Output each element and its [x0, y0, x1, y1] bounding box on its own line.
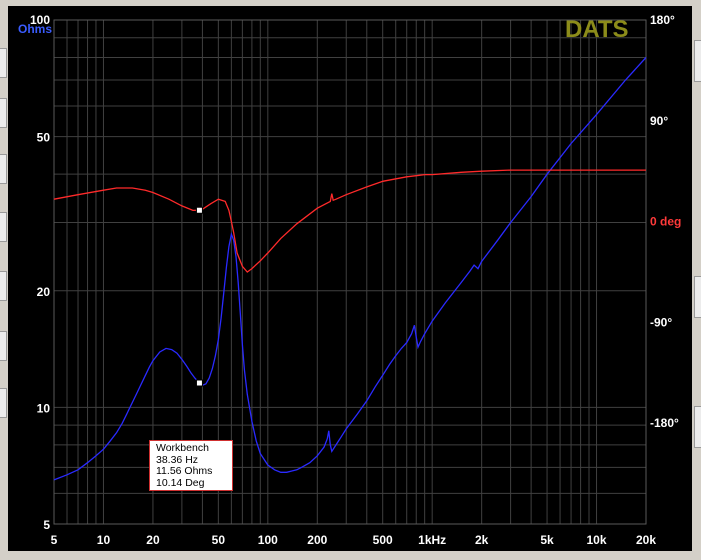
- y-axis-label: Ohms: [18, 22, 52, 36]
- phase-curve: [53, 169, 646, 273]
- right-panel-tab[interactable]: [694, 40, 701, 82]
- x-tick-label: 100: [258, 533, 278, 547]
- right-panel-tab[interactable]: [694, 406, 701, 448]
- x-tick-label: 50: [212, 533, 226, 547]
- readout-degrees: 10.14 Deg: [156, 476, 205, 489]
- impedance-curve: [53, 57, 647, 481]
- right-panel-edge: [692, 6, 701, 560]
- x-tick-label: 200: [307, 533, 327, 547]
- y2-tick-label: 90°: [650, 114, 668, 128]
- x-tick-label: 500: [373, 533, 393, 547]
- impedance-chart: 5 10 20 50 100 200 500 1kHz 2k 5k 10k 20k1005020105…: [18, 13, 681, 547]
- curves-layer: [53, 57, 647, 481]
- x-tick-label: 2k: [475, 533, 489, 547]
- y-tick-label: 5: [43, 518, 50, 532]
- impedance-marker: [195, 379, 203, 387]
- left-panel-tab[interactable]: [0, 388, 7, 418]
- x-tick-label: 10k: [587, 533, 607, 547]
- left-panel-tab[interactable]: [0, 331, 7, 361]
- y2-axis-label: deg: [660, 215, 681, 229]
- grid-layer: [53, 19, 647, 525]
- y-tick-label: 50: [37, 131, 51, 145]
- bottom-strip: [0, 551, 701, 560]
- left-panel-tab[interactable]: [0, 212, 7, 242]
- y2-tick-label: 0: [650, 215, 657, 229]
- left-panel-tab[interactable]: [0, 271, 7, 301]
- right-panel-tab[interactable]: [694, 276, 701, 318]
- y2-tick-label: -90°: [650, 315, 672, 329]
- x-tick-label: 10: [97, 533, 111, 547]
- x-tick-label: 20: [146, 533, 160, 547]
- readout-box: Workbench 38.36 Hz 11.56 Ohms 10.14 Deg: [149, 440, 233, 491]
- x-tick-label: 20k: [636, 533, 656, 547]
- x-tick-label: 5k: [540, 533, 554, 547]
- x-tick-label: 5: [51, 533, 58, 547]
- readout-title: Workbench: [156, 442, 209, 454]
- left-panel-edge: [0, 6, 8, 560]
- left-panel-tab[interactable]: [0, 48, 7, 78]
- y-tick-label: 20: [37, 285, 51, 299]
- dats-logo: DATS: [565, 16, 629, 43]
- y2-tick-label: -180°: [650, 416, 679, 430]
- y-tick-label: 10: [37, 401, 51, 415]
- x-tick-label: 1kHz: [418, 533, 446, 547]
- y2-tick-label: 180°: [650, 13, 675, 27]
- phase-marker: [195, 206, 203, 214]
- readout-ohms: 11.56 Ohms: [156, 465, 213, 477]
- left-panel-tab[interactable]: [0, 154, 7, 184]
- plot-border: [53, 19, 647, 525]
- impedance-plot[interactable]: 5 10 20 50 100 200 500 1kHz 2k 5k 10k 20k 100 50 20 10 5…: [8, 6, 692, 551]
- left-panel-tab[interactable]: [0, 98, 7, 128]
